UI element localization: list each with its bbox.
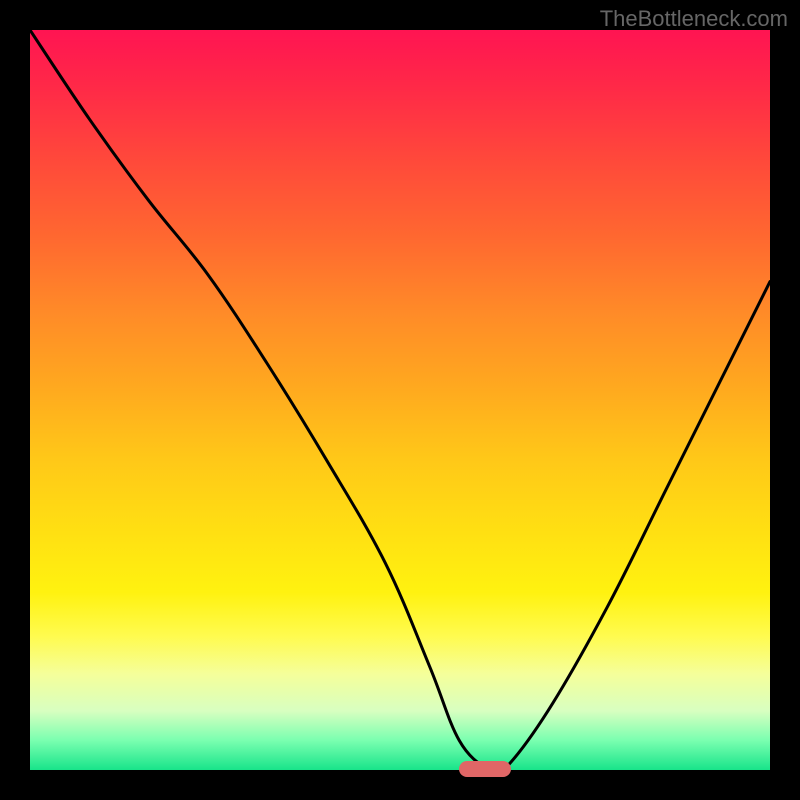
watermark-text: TheBottleneck.com (600, 6, 788, 32)
optimal-range-marker (459, 761, 511, 777)
bottleneck-curve (30, 30, 770, 770)
chart-plot-area (30, 30, 770, 770)
